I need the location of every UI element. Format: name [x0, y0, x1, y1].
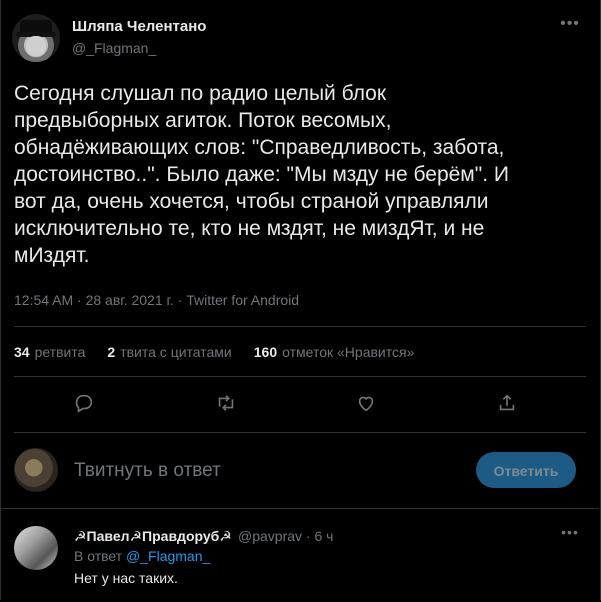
divider	[0, 508, 599, 509]
like-icon[interactable]	[355, 392, 379, 416]
reply-text: Нет у нас таких.	[74, 570, 178, 586]
reply-input[interactable]: Твитнуть в ответ	[74, 460, 221, 482]
retweet-icon[interactable]	[215, 392, 239, 416]
author-avatar[interactable]	[12, 14, 60, 62]
reply-button[interactable]: Ответить	[476, 452, 576, 488]
retweets-stat[interactable]: 34 ретвита	[14, 344, 85, 360]
divider	[14, 432, 586, 433]
reply-author-avatar[interactable]	[14, 526, 58, 570]
reply-to-handle-link[interactable]: @_Flagman_	[126, 548, 210, 564]
reply-author-handle-time[interactable]: @pavprav · 6 ч	[238, 528, 333, 544]
author-display-name[interactable]: Шляпа Челентано	[72, 18, 206, 35]
author-handle[interactable]: @_Flagman_	[72, 40, 156, 56]
reply-author-name[interactable]: ☭Павел☭Правдоруб☭	[74, 528, 232, 545]
likes-stat[interactable]: 160 отметок «Нравится»	[254, 344, 415, 360]
reply-icon[interactable]	[73, 392, 97, 416]
tweet-stats: 34 ретвита 2 твита с цитатами 160 отметок «…	[14, 344, 414, 360]
divider	[14, 326, 586, 327]
divider	[14, 376, 586, 377]
more-icon[interactable]: •••	[558, 14, 582, 38]
share-icon[interactable]	[496, 392, 520, 416]
quotes-stat[interactable]: 2 твита с цитатами	[107, 344, 231, 360]
tweet-text: Сегодня слушал по радио целый блок предв…	[14, 82, 509, 267]
tweet-meta[interactable]: 12:54 AM · 28 авг. 2021 г. · Twitter for…	[14, 292, 299, 308]
reply-to-line: В ответ @_Flagman_	[74, 548, 211, 564]
more-icon[interactable]: •••	[558, 524, 582, 548]
user-avatar	[14, 448, 58, 492]
